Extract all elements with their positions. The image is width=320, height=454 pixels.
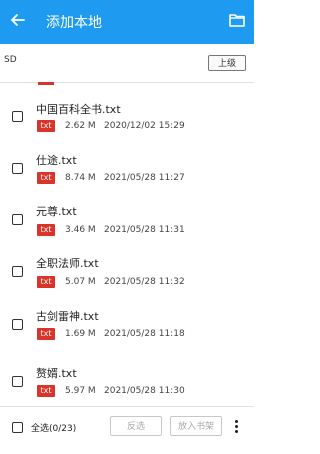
file-checkbox[interactable] xyxy=(12,266,23,277)
file-name: 全职法师.txt xyxy=(36,257,99,270)
list-item[interactable]: 赘婿.txt txt 5.97 M 2021/05/28 11:30 xyxy=(0,360,254,412)
file-name: 古剑雷神.txt xyxy=(36,310,99,323)
file-size: 1.69 M xyxy=(65,329,96,339)
list-item[interactable]: 中国百科全书.txt txt 2.62 M 2020/12/02 15:29 xyxy=(0,96,254,148)
file-name: 仕途.txt xyxy=(36,154,77,167)
path-bar: SD 上级 xyxy=(0,44,254,83)
file-name: 中国百科全书.txt xyxy=(36,103,121,116)
file-type-badge: txt xyxy=(37,328,55,340)
list-item[interactable]: 古剑雷神.txt txt 1.69 M 2021/05/28 11:18 xyxy=(0,304,254,356)
scrolled-file-tag xyxy=(38,82,54,85)
select-all-checkbox[interactable] xyxy=(12,422,23,433)
file-checkbox[interactable] xyxy=(12,111,23,122)
file-name: 赘婿.txt xyxy=(36,367,77,380)
select-all-label[interactable]: 全选(0/23) xyxy=(31,421,76,434)
file-checkbox[interactable] xyxy=(12,163,23,174)
file-checkbox[interactable] xyxy=(12,376,23,387)
file-date: 2021/05/28 11:32 xyxy=(104,277,185,287)
list-item[interactable]: 全职法师.txt txt 5.07 M 2021/05/28 11:32 xyxy=(0,252,254,304)
list-item[interactable]: 仕途.txt txt 8.74 M 2021/05/28 11:27 xyxy=(0,148,254,200)
top-app-bar: 添加本地 xyxy=(0,0,254,44)
arrow-left-icon[interactable] xyxy=(8,10,28,30)
current-path: SD xyxy=(4,55,17,65)
file-type-badge: txt xyxy=(37,120,55,132)
file-name: 元尊.txt xyxy=(36,205,77,218)
list-item[interactable]: 元尊.txt txt 3.46 M 2021/05/28 11:31 xyxy=(0,200,254,252)
file-type-badge: txt xyxy=(37,385,55,397)
file-size: 5.97 M xyxy=(65,386,96,396)
invert-selection-button[interactable]: 反选 xyxy=(110,416,162,436)
file-type-badge: txt xyxy=(37,224,55,236)
file-size: 3.46 M xyxy=(65,225,96,235)
page-title: 添加本地 xyxy=(46,15,102,31)
file-size: 8.74 M xyxy=(65,173,96,183)
add-to-bookshelf-button[interactable]: 放入书架 xyxy=(170,416,222,436)
file-date: 2021/05/28 11:31 xyxy=(104,225,185,235)
more-vertical-icon[interactable] xyxy=(233,419,239,435)
bottom-action-bar: 全选(0/23) 反选 放入书架 xyxy=(0,406,254,447)
file-date: 2020/12/02 15:29 xyxy=(104,121,185,131)
file-type-badge: txt xyxy=(37,172,55,184)
file-checkbox[interactable] xyxy=(12,319,23,330)
folder-icon[interactable] xyxy=(228,11,246,29)
file-date: 2021/05/28 11:27 xyxy=(104,173,185,183)
file-date: 2021/05/28 11:30 xyxy=(104,386,185,396)
file-checkbox[interactable] xyxy=(12,214,23,225)
file-type-badge: txt xyxy=(37,276,55,288)
file-size: 5.07 M xyxy=(65,277,96,287)
parent-directory-button[interactable]: 上级 xyxy=(208,55,246,71)
file-size: 2.62 M xyxy=(65,121,96,131)
file-date: 2021/05/28 11:18 xyxy=(104,329,185,339)
